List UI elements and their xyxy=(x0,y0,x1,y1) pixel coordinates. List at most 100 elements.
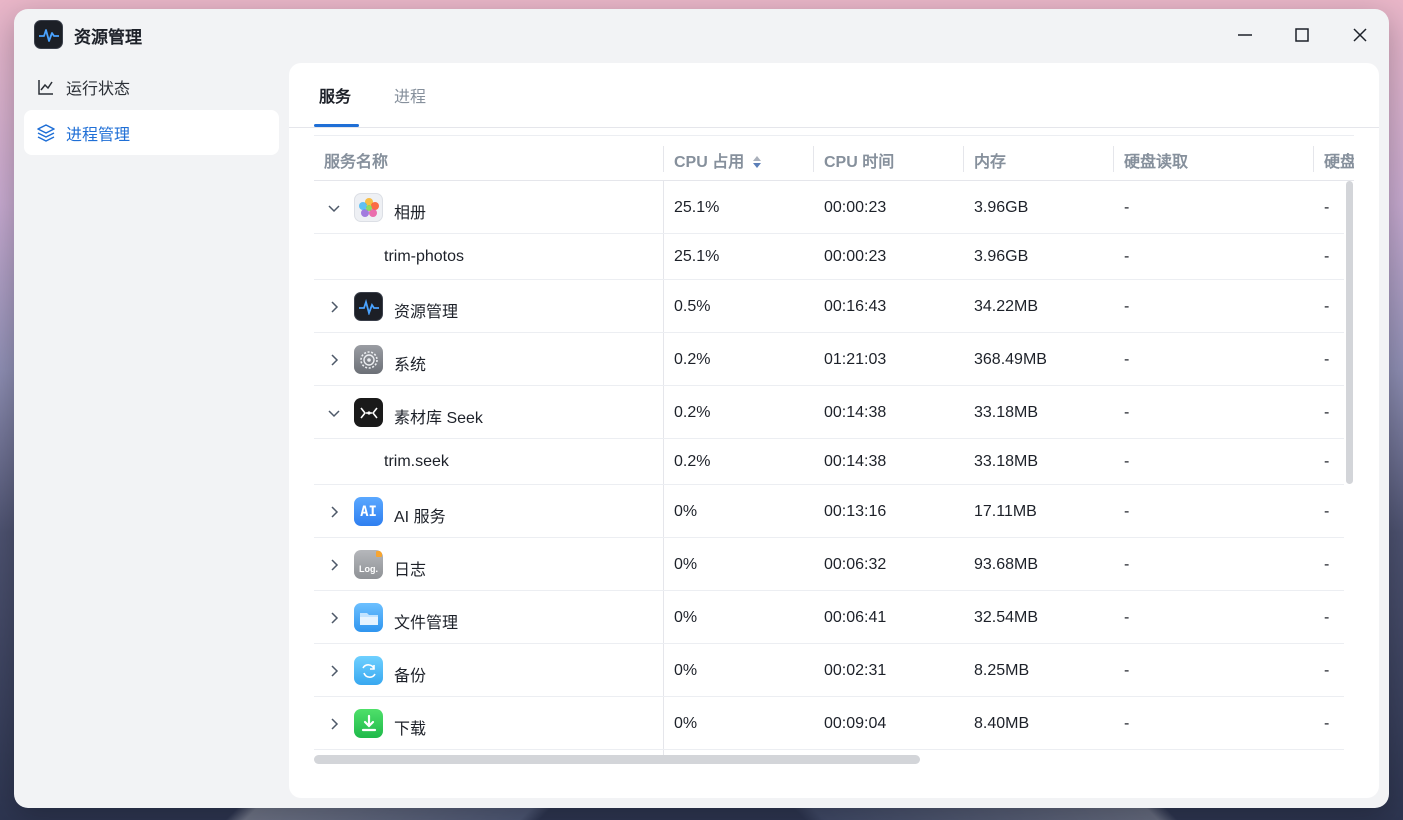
table-row-child[interactable]: trim.seek 0.2% 00:14:38 33.18MB - - xyxy=(314,439,1344,485)
header-service-name[interactable]: 服务名称 xyxy=(324,148,388,172)
disk-read-cell: - xyxy=(1124,609,1130,626)
chevron-down-icon[interactable] xyxy=(326,405,342,421)
memory-cell: 17.11MB xyxy=(974,503,1037,520)
tab-services[interactable]: 服务 xyxy=(319,83,351,107)
table-row[interactable]: 素材库 Seek 0.2% 00:14:38 33.18MB - - xyxy=(314,386,1344,439)
disk-write-cell: - xyxy=(1324,199,1330,216)
chevron-right-icon[interactable] xyxy=(326,352,342,368)
disk-write-cell: - xyxy=(1324,298,1330,315)
main-panel: 服务 进程 服务名称 CPU 占用 CPU 时间 内存 硬盘读取 硬盘 相册 2… xyxy=(289,63,1379,798)
cpu-time-cell: 00:00:23 xyxy=(824,248,887,265)
disk-write-cell: - xyxy=(1324,662,1330,679)
table-row[interactable]: 相册 25.1% 00:00:23 3.96GB - - xyxy=(314,181,1344,234)
cpu-time-cell: 00:06:32 xyxy=(824,556,887,573)
header-cpu-usage-label: CPU 占用 xyxy=(674,154,745,171)
disk-write-cell: - xyxy=(1324,351,1330,368)
sidebar: 运行状态 进程管理 xyxy=(24,64,279,156)
column-divider[interactable] xyxy=(1113,146,1114,172)
disk-write-cell: - xyxy=(1324,404,1330,421)
memory-cell: 3.96GB xyxy=(974,248,1029,265)
cpu-usage-cell: 0.5% xyxy=(674,298,711,315)
process-name: trim-photos xyxy=(384,248,465,265)
table-row[interactable]: 下载 0% 00:09:04 8.40MB - - xyxy=(314,697,1344,750)
ai-icon-text: AI xyxy=(360,503,377,520)
sidebar-item-run-status[interactable]: 运行状态 xyxy=(24,64,279,109)
disk-read-cell: - xyxy=(1124,298,1130,315)
close-button[interactable] xyxy=(1348,23,1372,47)
memory-cell: 368.49MB xyxy=(974,351,1047,368)
table-row[interactable]: Log. 日志 0% 00:06:32 93.68MB - - xyxy=(314,538,1344,591)
log-icon-text: Log. xyxy=(359,563,378,574)
chevron-right-icon[interactable] xyxy=(326,610,342,626)
disk-read-cell: - xyxy=(1124,351,1130,368)
column-divider[interactable] xyxy=(663,146,664,172)
memory-cell: 33.18MB xyxy=(974,453,1039,470)
memory-cell: 3.96GB xyxy=(974,199,1029,216)
memory-cell: 33.18MB xyxy=(974,404,1039,421)
app-window: 资源管理 运行状态 进程管理 服务 进程 服务名称 CPU 占用 CPU 时间 … xyxy=(14,9,1389,808)
disk-read-cell: - xyxy=(1124,453,1130,470)
cpu-time-cell: 00:14:38 xyxy=(824,404,887,421)
column-divider[interactable] xyxy=(1313,146,1314,172)
vertical-scrollbar[interactable] xyxy=(1346,181,1353,484)
header-cpu-time[interactable]: CPU 时间 xyxy=(824,148,894,172)
cpu-time-cell: 00:00:23 xyxy=(824,199,887,216)
cpu-usage-cell: 25.1% xyxy=(674,248,720,265)
column-divider[interactable] xyxy=(813,146,814,172)
service-name: 素材库 Seek xyxy=(394,410,483,427)
cpu-time-cell: 00:16:43 xyxy=(824,298,887,315)
chevron-right-icon[interactable] xyxy=(326,557,342,573)
table-row[interactable]: 备份 0% 00:02:31 8.25MB - - xyxy=(314,644,1344,697)
horizontal-scrollbar[interactable] xyxy=(314,755,920,764)
close-icon xyxy=(1353,28,1367,42)
process-table: 服务名称 CPU 占用 CPU 时间 内存 硬盘读取 硬盘 相册 25.1% 00:… xyxy=(314,135,1354,755)
cpu-usage-cell: 0.2% xyxy=(674,351,711,368)
disk-write-cell: - xyxy=(1324,248,1330,265)
cpu-time-cell: 01:21:03 xyxy=(824,351,887,368)
chevron-right-icon[interactable] xyxy=(326,716,342,732)
disk-read-cell: - xyxy=(1124,503,1130,520)
table-row-child[interactable]: trim-photos 25.1% 00:00:23 3.96GB - - xyxy=(314,234,1344,280)
table-header: 服务名称 CPU 占用 CPU 时间 内存 硬盘读取 硬盘 xyxy=(314,135,1354,181)
cpu-time-cell: 00:06:41 xyxy=(824,609,887,626)
disk-read-cell: - xyxy=(1124,662,1130,679)
memory-cell: 34.22MB xyxy=(974,298,1039,315)
table-row[interactable]: 资源管理 0.5% 00:16:43 34.22MB - - xyxy=(314,280,1344,333)
window-title: 资源管理 xyxy=(74,28,142,47)
chevron-right-icon[interactable] xyxy=(326,663,342,679)
table-row[interactable]: AI AI 服务 0% 00:13:16 17.11MB - - xyxy=(314,485,1344,538)
tab-bar: 服务 进程 xyxy=(289,63,1379,128)
service-name: 资源管理 xyxy=(394,304,459,321)
maximize-button[interactable] xyxy=(1290,23,1314,47)
chevron-right-icon[interactable] xyxy=(326,504,342,520)
disk-read-cell: - xyxy=(1124,715,1130,732)
cpu-usage-cell: 0.2% xyxy=(674,404,711,421)
memory-cell: 93.68MB xyxy=(974,556,1039,573)
table-row[interactable]: 文件管理 0% 00:06:41 32.54MB - - xyxy=(314,591,1344,644)
titlebar: 资源管理 xyxy=(14,9,1389,61)
service-name: 相册 xyxy=(394,205,427,222)
disk-read-cell: - xyxy=(1124,199,1130,216)
active-tab-indicator xyxy=(314,124,359,127)
cpu-time-cell: 00:13:16 xyxy=(824,503,887,520)
header-disk-write[interactable]: 硬盘 xyxy=(1324,148,1354,172)
service-name: 备份 xyxy=(394,668,427,685)
tab-processes[interactable]: 进程 xyxy=(394,83,426,107)
sidebar-item-process-management[interactable]: 进程管理 xyxy=(24,110,279,155)
table-row[interactable]: 系统 0.2% 01:21:03 368.49MB - - xyxy=(314,333,1344,386)
minimize-button[interactable] xyxy=(1233,23,1257,47)
chevron-right-icon[interactable] xyxy=(326,299,342,315)
header-disk-read[interactable]: 硬盘读取 xyxy=(1124,148,1188,172)
chevron-down-icon[interactable] xyxy=(326,200,342,216)
header-cpu-usage[interactable]: CPU 占用 xyxy=(674,148,762,172)
column-divider[interactable] xyxy=(963,146,964,172)
cpu-time-cell: 00:09:04 xyxy=(824,715,887,732)
cpu-usage-cell: 0% xyxy=(674,556,698,573)
service-name: 下载 xyxy=(394,721,427,738)
header-memory[interactable]: 内存 xyxy=(974,148,1006,172)
sort-icon xyxy=(752,156,761,168)
cpu-usage-cell: 0.2% xyxy=(674,453,711,470)
cpu-usage-cell: 0% xyxy=(674,662,698,679)
resource-monitor-app-icon xyxy=(34,20,63,49)
service-name: AI 服务 xyxy=(394,509,446,526)
